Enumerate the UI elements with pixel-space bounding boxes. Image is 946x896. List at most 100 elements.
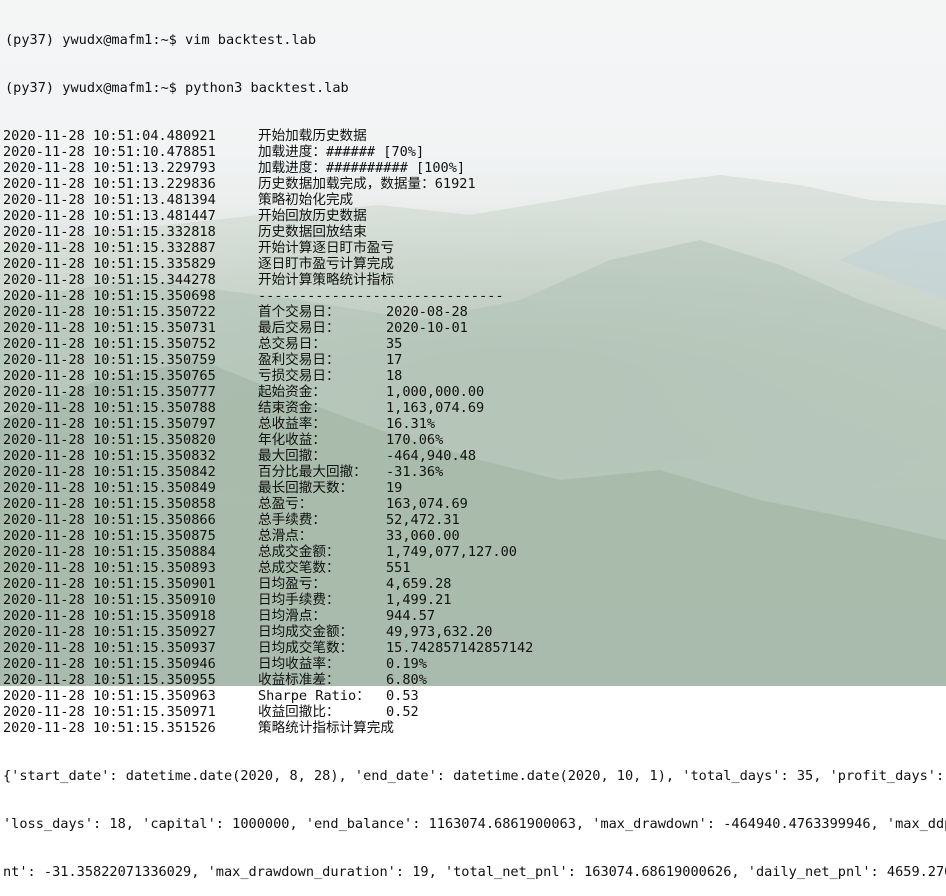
log-timestamp: 2020-11-28 10:51:13.229793 [3,160,216,176]
log-line: 2020-11-28 10:51:04.480921 开始加载历史数据 [0,128,946,144]
log-timestamp: 2020-11-28 10:51:15.350918 [3,608,216,624]
result-dict-line: 'loss_days': 18, 'capital': 1000000, 'en… [3,816,946,832]
log-line: 2020-11-28 10:51:15.350820 年化收益： 170.06% [0,432,946,448]
log-line: 2020-11-28 10:51:15.350875 总滑点： 33,060.00 [0,528,946,544]
log-message: 首个交易日： [258,304,340,320]
log-timestamp: 2020-11-28 10:51:15.350963 [3,688,216,704]
log-message: 总手续费： [258,512,326,528]
log-line: 2020-11-28 10:51:15.350777 起始资金： 1,000,000… [0,384,946,400]
log-message: 最大回撤： [258,448,326,464]
result-dict-line: {'start_date': datetime.date(2020, 8, 28… [3,768,946,784]
log-line: 2020-11-28 10:51:15.350963 Sharpe Ratio： 0… [0,688,946,704]
log-message: 日均手续费： [258,592,340,608]
terminal-output[interactable]: (py37) ywudx@mafm1:~$ vim backtest.lab (… [0,0,946,880]
log-value: 16.31% [386,416,436,432]
log-value: 0.53 [386,688,419,704]
log-timestamp: 2020-11-28 10:51:15.350927 [3,624,216,640]
log-message: 开始计算策略统计指标 [258,272,394,288]
result-dict-line: nt': -31.35822071336029, 'max_drawdown_d… [3,864,946,880]
log-message: 亏损交易日： [258,368,340,384]
log-message: 总成交笔数： [258,560,340,576]
log-message: 起始资金： [258,384,326,400]
log-message: 收益回撤比： [258,704,340,720]
log-line: 2020-11-28 10:51:15.350788 结束资金： 1,163,074… [0,400,946,416]
log-timestamp: 2020-11-28 10:51:04.480921 [3,128,216,144]
log-line: 2020-11-28 10:51:15.350832 最大回撤： -464,940.… [0,448,946,464]
log-value: 4,659.28 [386,576,452,592]
log-timestamp: 2020-11-28 10:51:15.350858 [3,496,216,512]
log-message: 总交易日： [258,336,326,352]
log-line: 2020-11-28 10:51:15.350759 盈利交易日： 17 [0,352,946,368]
log-timestamp: 2020-11-28 10:51:15.335829 [3,256,216,272]
log-timestamp: 2020-11-28 10:51:15.350765 [3,368,216,384]
log-value: 2020-10-01 [386,320,468,336]
log-message: 策略统计指标计算完成 [258,720,394,736]
log-line: 2020-11-28 10:51:15.350731 最后交易日： 2020-10-… [0,320,946,336]
log-timestamp: 2020-11-28 10:51:15.350849 [3,480,216,496]
log-message: 百分比最大回撤： [258,464,367,480]
log-line: 2020-11-28 10:51:15.350765 亏损交易日： 18 [0,368,946,384]
log-timestamp: 2020-11-28 10:51:15.350937 [3,640,216,656]
log-timestamp: 2020-11-28 10:51:15.350901 [3,576,216,592]
log-timestamp: 2020-11-28 10:51:15.350820 [3,432,216,448]
log-line: 2020-11-28 10:51:13.229836 历史数据加载完成，数据量：6… [0,176,946,192]
log-value: 944.57 [386,608,436,624]
log-message: 历史数据回放结束 [258,224,367,240]
log-line: 2020-11-28 10:51:15.350884 总成交金额： 1,749,07… [0,544,946,560]
log-timestamp: 2020-11-28 10:51:15.350752 [3,336,216,352]
log-value: 0.19% [386,656,427,672]
log-timestamp: 2020-11-28 10:51:15.350893 [3,560,216,576]
log-message: 日均盈亏： [258,576,326,592]
log-line: 2020-11-28 10:51:15.350842 百分比最大回撤： -31.36… [0,464,946,480]
log-timestamp: 2020-11-28 10:51:15.351526 [3,720,216,736]
log-line: 2020-11-28 10:51:15.350971 收益回撤比： 0.52 [0,704,946,720]
log-message: 盈利交易日： [258,352,340,368]
log-value: -464,940.48 [386,448,477,464]
log-value: 2020-08-28 [386,304,468,320]
log-line: 2020-11-28 10:51:15.350946 日均收益率： 0.19% [0,656,946,672]
log-value: 1,163,074.69 [386,400,485,416]
log-value: 17 [386,352,403,368]
log-line: 2020-11-28 10:51:15.350893 总成交笔数： 551 [0,560,946,576]
log-timestamp: 2020-11-28 10:51:15.350777 [3,384,216,400]
log-message: 最长回撤天数： [258,480,354,496]
log-timestamp: 2020-11-28 10:51:15.350759 [3,352,216,368]
log-timestamp: 2020-11-28 10:51:15.350875 [3,528,216,544]
log-line: 2020-11-28 10:51:15.350858 总盈亏： 163,074.69 [0,496,946,512]
log-value: 33,060.00 [386,528,460,544]
log-line: 2020-11-28 10:51:10.478851 加载进度：###### [7… [0,144,946,160]
log-timestamp: 2020-11-28 10:51:13.481394 [3,192,216,208]
log-line: 2020-11-28 10:51:15.350918 日均滑点： 944.57 [0,608,946,624]
log-message: 日均成交笔数： [258,640,354,656]
log-value: -31.36% [386,464,444,480]
log-message: 历史数据加载完成，数据量：61921 [258,176,476,192]
log-value: 35 [386,336,403,352]
log-line: 2020-11-28 10:51:15.350927 日均成交金额： 49,973,… [0,624,946,640]
log-timestamp: 2020-11-28 10:51:15.350788 [3,400,216,416]
log-line: 2020-11-28 10:51:15.350752 总交易日： 35 [0,336,946,352]
log-value: 1,749,077,127.00 [386,544,517,560]
log-value: 1,000,000.00 [386,384,485,400]
log-line: 2020-11-28 10:51:13.481394 策略初始化完成 [0,192,946,208]
log-message: 日均滑点： [258,608,326,624]
log-output: 2020-11-28 10:51:04.480921 开始加载历史数据 2020-1… [0,128,946,736]
log-value: 1,499.21 [386,592,452,608]
log-message: 加载进度：########## [100%] [258,160,466,176]
log-line: 2020-11-28 10:51:15.350849 最长回撤天数： 19 [0,480,946,496]
log-timestamp: 2020-11-28 10:51:15.350910 [3,592,216,608]
log-line: 2020-11-28 10:51:15.335829 逐日盯市盈亏计算完成 [0,256,946,272]
log-value: 551 [386,560,411,576]
log-line: 2020-11-28 10:51:15.350937 日均成交笔数： 15.7428… [0,640,946,656]
log-value: 19 [386,480,403,496]
log-value: 15.742857142857142 [386,640,534,656]
log-line: 2020-11-28 10:51:15.350722 首个交易日： 2020-08-… [0,304,946,320]
log-message: 总滑点： [258,528,313,544]
prompt-line: (py37) ywudx@mafm1:~$ python3 backtest.l… [5,80,349,96]
log-message: 加载进度：###### [70%] [258,144,425,160]
log-timestamp: 2020-11-28 10:51:15.344278 [3,272,216,288]
log-value: 52,472.31 [386,512,460,528]
log-line: 2020-11-28 10:51:15.350901 日均盈亏： 4,659.28 [0,576,946,592]
log-timestamp: 2020-11-28 10:51:15.350832 [3,448,216,464]
log-message: 策略初始化完成 [258,192,354,208]
log-line: 2020-11-28 10:51:13.229793 加载进度：#########… [0,160,946,176]
